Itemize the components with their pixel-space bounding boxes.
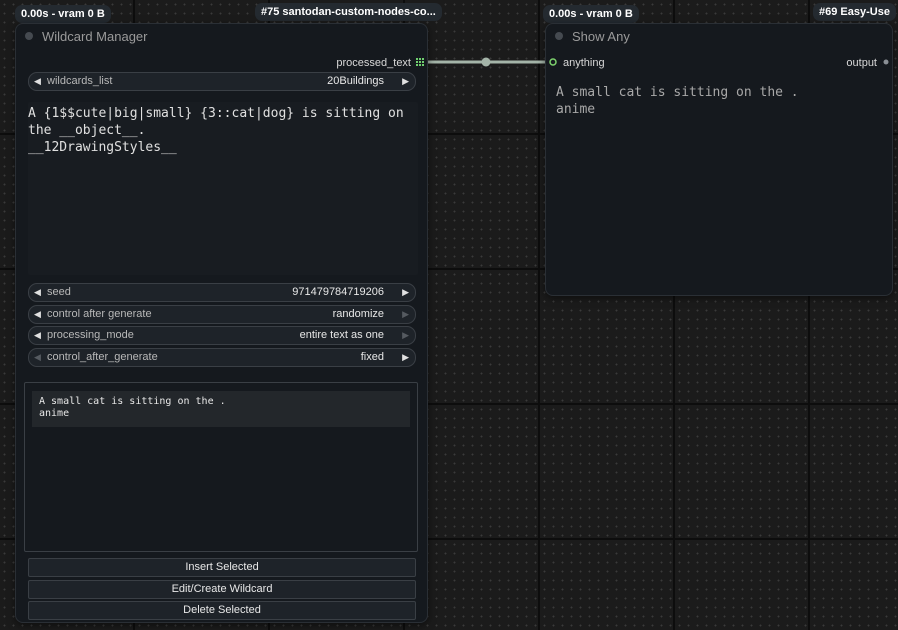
- widget-label: wildcards_list: [47, 75, 113, 87]
- node-link[interactable]: [420, 54, 560, 70]
- right-arrow-icon[interactable]: ▶: [402, 327, 409, 344]
- widget-value: 971479784719206: [292, 286, 384, 298]
- control-after-generate-fixed-combo[interactable]: ◀ control_after_generate fixed ▶: [28, 348, 416, 367]
- widget-value: randomize: [332, 308, 384, 320]
- wildcards-list-combo[interactable]: ◀ wildcards_list 20Buildings ▶: [28, 72, 416, 91]
- delete-selected-button[interactable]: Delete Selected: [28, 601, 416, 620]
- preview-text: A small cat is sitting on the . anime: [32, 391, 410, 427]
- prompt-textarea[interactable]: A {1$$cute|big|small} {3::cat|dog} is si…: [28, 102, 418, 275]
- left-arrow-icon[interactable]: ◀: [34, 327, 41, 344]
- processed-text-output-label: processed_text: [336, 57, 411, 69]
- left-timing-badge: 0.00s - vram 0 B: [15, 5, 111, 23]
- left-arrow-icon[interactable]: ◀: [34, 349, 41, 366]
- right-arrow-icon[interactable]: ▶: [402, 73, 409, 90]
- right-arrow-icon[interactable]: ▶: [402, 306, 409, 323]
- edit-create-wildcard-button[interactable]: Edit/Create Wildcard: [28, 580, 416, 599]
- widget-label: seed: [47, 286, 71, 298]
- widget-value: entire text as one: [299, 329, 384, 341]
- node-title[interactable]: Wildcard Manager: [16, 24, 427, 49]
- right-arrow-icon[interactable]: ▶: [402, 349, 409, 366]
- right-arrow-icon[interactable]: ▶: [402, 284, 409, 301]
- link-midpoint-handle: [481, 57, 491, 67]
- left-node-id-badge: #75 santodan-custom-nodes-co...: [255, 3, 442, 21]
- widget-label: control_after_generate: [47, 351, 158, 363]
- widget-value: fixed: [360, 351, 384, 363]
- processing-mode-combo[interactable]: ◀ processing_mode entire text as one ▶: [28, 326, 416, 345]
- grid-output-slot-icon[interactable]: [416, 58, 424, 66]
- input-slot-icon[interactable]: [549, 58, 557, 66]
- seed-number-widget[interactable]: ◀ seed 971479784719206 ▶: [28, 283, 416, 302]
- left-arrow-icon[interactable]: ◀: [34, 284, 41, 301]
- left-arrow-icon[interactable]: ◀: [34, 306, 41, 323]
- widget-label: processing_mode: [47, 329, 134, 341]
- wildcard-manager-node[interactable]: Wildcard Manager processed_text ◀ wildca…: [15, 23, 428, 623]
- output-slot-icon[interactable]: [883, 59, 889, 65]
- node-title[interactable]: Show Any: [546, 24, 892, 49]
- control-after-generate-combo[interactable]: ◀ control after generate randomize ▶: [28, 305, 416, 324]
- preview-panel: A small cat is sitting on the . anime: [24, 382, 418, 552]
- anything-input-label: anything: [563, 57, 605, 69]
- insert-selected-button[interactable]: Insert Selected: [28, 558, 416, 577]
- right-node-id-badge: #69 Easy-Use: [813, 3, 896, 21]
- widget-label: control after generate: [47, 308, 152, 320]
- output-slot-label: output: [846, 57, 877, 69]
- show-any-text-display: A small cat is sitting on the . anime: [556, 85, 799, 117]
- show-any-node[interactable]: Show Any anything output A small cat is …: [545, 23, 893, 296]
- widget-value: 20Buildings: [327, 75, 384, 87]
- left-arrow-icon[interactable]: ◀: [34, 73, 41, 90]
- right-timing-badge: 0.00s - vram 0 B: [543, 5, 639, 23]
